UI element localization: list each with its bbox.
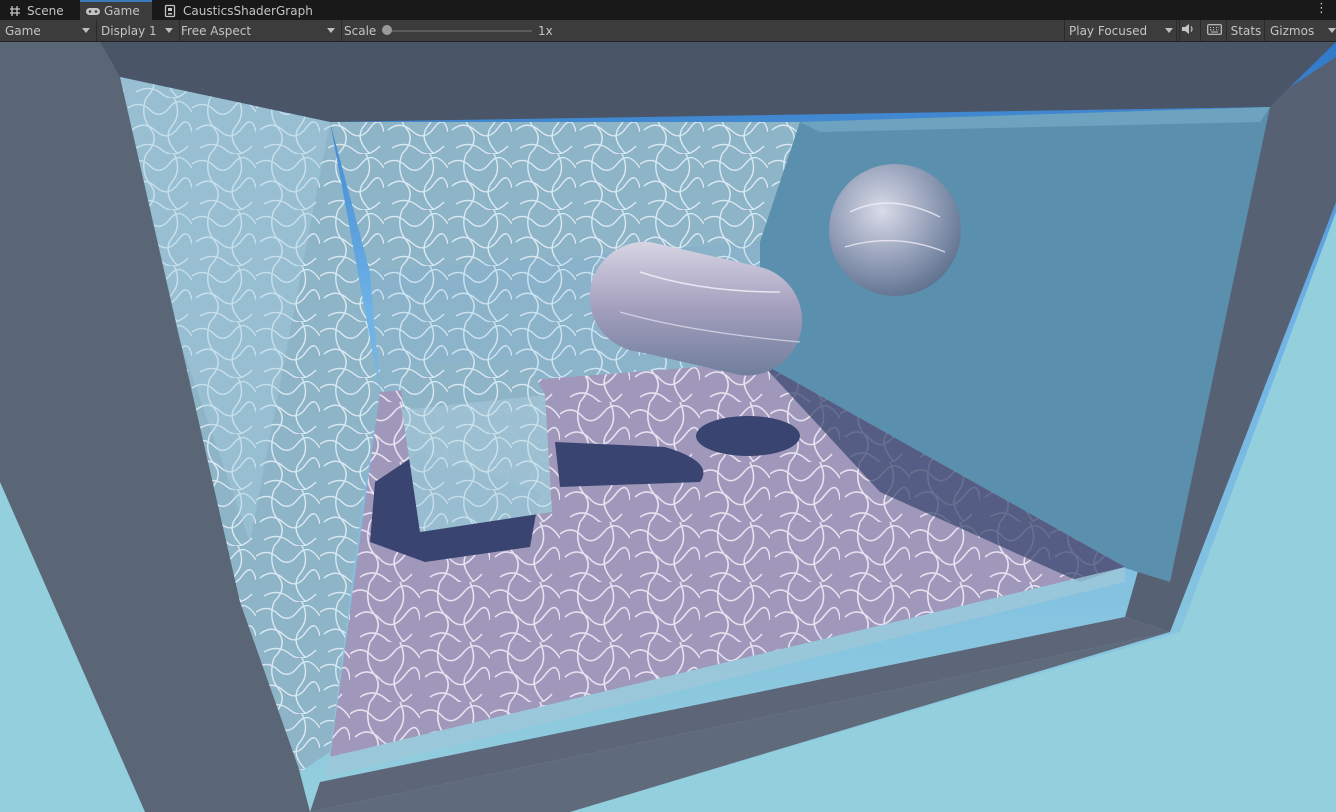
unity-editor-window: Scene Game CausticsShaderGraph ⋮ Game Di… xyxy=(0,0,1336,812)
game-viewport[interactable] xyxy=(0,42,1336,812)
chevron-down-icon xyxy=(327,28,335,33)
glass-sphere xyxy=(829,164,961,296)
rendered-scene xyxy=(0,42,1336,812)
tab-scene-label: Scene xyxy=(27,3,64,18)
grid-hash-icon xyxy=(8,4,22,18)
tab-game-label: Game xyxy=(104,4,140,18)
scale-label: Scale xyxy=(344,23,377,38)
editor-tab-bar: Scene Game CausticsShaderGraph ⋮ xyxy=(0,0,1336,20)
tab-scene[interactable]: Scene xyxy=(4,1,72,20)
shader-graph-icon xyxy=(164,4,178,18)
gamepad-icon xyxy=(85,4,100,18)
tab-caustics-shader-graph[interactable]: CausticsShaderGraph xyxy=(158,1,319,20)
glass-cube xyxy=(402,358,552,532)
chevron-down-icon xyxy=(82,28,90,33)
aspect-value: Free Aspect xyxy=(181,23,252,38)
scale-slider-track[interactable] xyxy=(386,30,532,32)
aspect-dropdown[interactable]: Free Aspect xyxy=(176,20,342,41)
chevron-down-icon xyxy=(165,28,173,33)
tab-caustics-shader-graph-label: CausticsShaderGraph xyxy=(183,3,313,18)
scale-slider-handle[interactable] xyxy=(382,25,392,35)
display-value: Display 1 xyxy=(101,23,157,38)
game-view-toolbar: Game Display 1 Free Aspect Scale xyxy=(0,20,1336,42)
view-mode-value: Game xyxy=(5,23,41,38)
tab-game[interactable]: Game xyxy=(80,0,152,20)
view-mode-dropdown[interactable]: Game xyxy=(0,20,97,41)
display-dropdown[interactable]: Display 1 xyxy=(96,20,180,41)
window-menu-kebab-icon[interactable]: ⋮ xyxy=(1315,2,1328,16)
